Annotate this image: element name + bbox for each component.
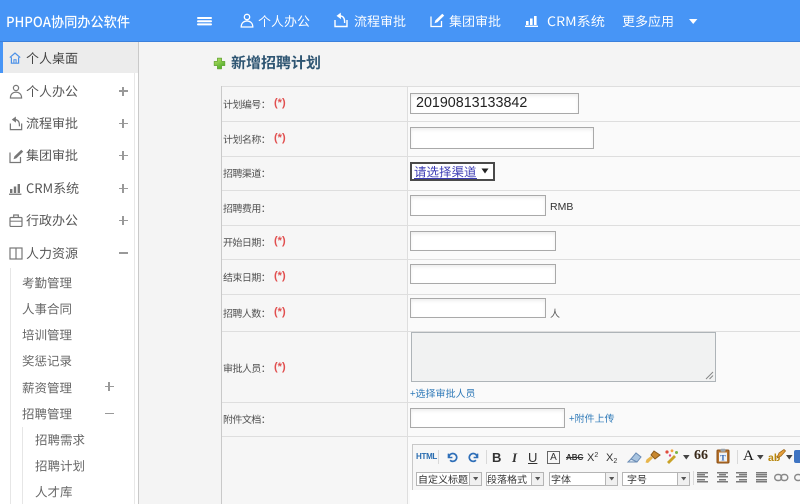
svg-text:T: T: [720, 453, 726, 463]
